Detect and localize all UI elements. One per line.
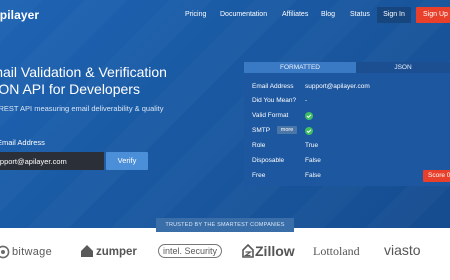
title-line-2: JSON API for Developers [0,81,140,97]
verify-button[interactable]: Verify [106,152,148,170]
nav-link-status[interactable]: Status [350,11,370,18]
brand-lottoland: Lottoland [313,244,360,258]
row-key-email-address: Email Address [252,83,294,90]
zumper-logo-icon [81,245,93,257]
brand-intel-security: intel. Security [158,244,223,258]
smtp-more-button[interactable]: more [277,126,297,134]
valid-format-check-icon [305,112,313,120]
brand-logo-strip [0,236,450,280]
row-key-smtp: SMTP [252,127,271,134]
row-value-free: False [305,172,321,179]
row-value-email-address: support@apilayer.com [305,83,370,90]
nav-link-affiliates[interactable]: Affiliates [282,11,308,18]
tab-formatted[interactable]: FORMATTED [244,62,356,73]
sign-in-button[interactable]: Sign In [377,7,411,23]
page-subtitle: Free REST API measuring email deliverabi… [0,104,164,113]
brand-viasto: viasto [384,242,421,258]
nav-link-blog[interactable]: Blog [321,11,335,18]
row-key-free: Free [252,172,266,179]
email-input[interactable] [0,152,104,170]
apilayer-logo[interactable]: apilayer [0,8,39,22]
trusted-by-banner: TRUSTED BY THE SMARTEST COMPANIES [156,218,294,232]
brand-bitwage: bitwage [12,246,53,258]
row-key-valid-format: Valid Format [252,112,289,119]
smtp-check-icon [305,127,313,135]
tab-json[interactable]: JSON [356,62,450,73]
nav-link-pricing[interactable]: Pricing [185,11,206,18]
title-line-1: Email Validation & Verification [0,64,167,80]
sign-up-button[interactable]: Sign Up [416,7,450,23]
brand-zumper: zumper [96,246,137,258]
row-value-disposable: False [305,157,321,164]
top-navbar: apilayer Pricing Documentation Affiliate… [0,0,450,30]
result-panel: FORMATTED JSON Email Address support@api… [244,62,450,186]
score-button[interactable]: Score 0 [423,170,450,182]
zillow-logo-icon [242,244,254,258]
row-key-did-you-mean: Did You Mean? [252,97,297,104]
row-value-did-you-mean: - [305,97,308,104]
page-title: Email Validation & Verification JSON API… [0,64,167,98]
email-address-label: Email Address [0,138,45,147]
row-value-role: True [305,142,319,149]
nav-link-documentation[interactable]: Documentation [220,11,267,18]
brand-zillow: Zillow [255,243,295,259]
bitwage-logo-icon [0,245,10,259]
row-key-disposable: Disposable [252,157,285,164]
row-key-role: Role [252,142,266,149]
